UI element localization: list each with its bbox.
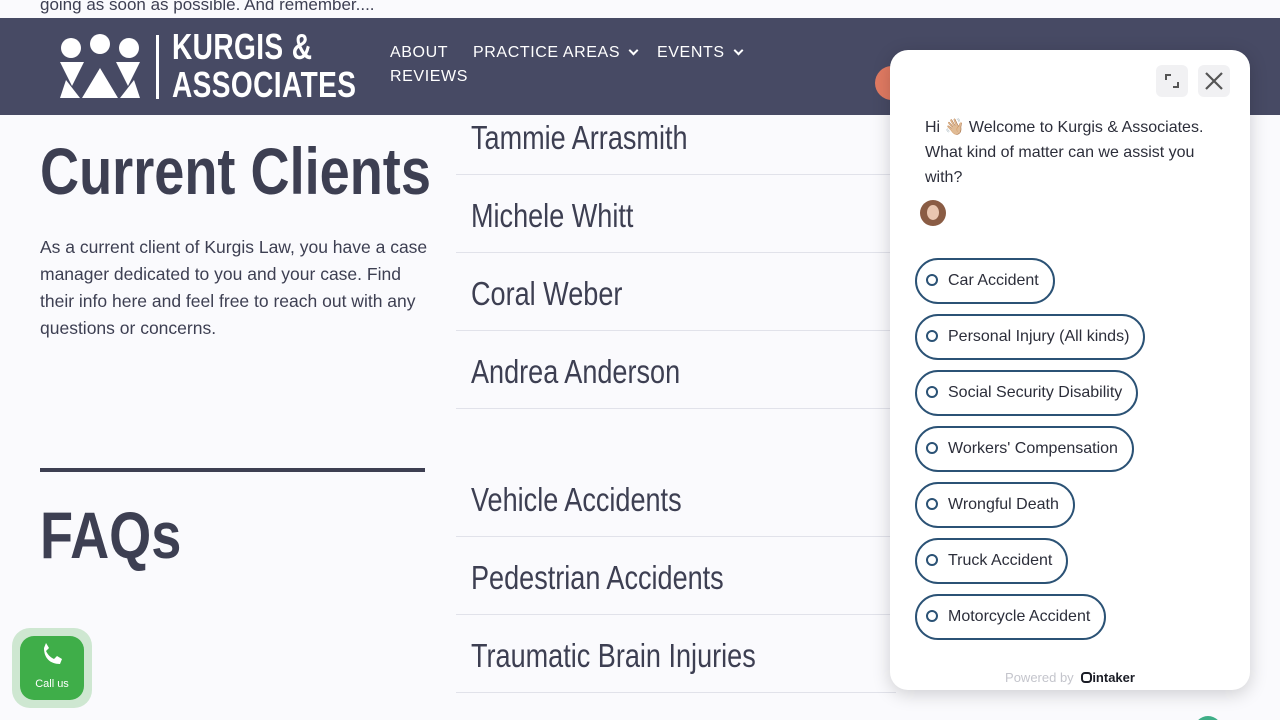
agent-avatar [920,200,946,226]
nav-label-practice-areas: PRACTICE AREAS [473,44,621,61]
nav-label-reviews: REVIEWS [390,68,468,85]
page-title: Current Clients [40,134,431,208]
case-manager-name: Coral Weber [471,275,623,312]
radio-icon [926,498,938,510]
case-manager-name: Tammie Arrasmith [471,119,688,156]
close-icon [1205,72,1223,90]
phone-icon [44,643,62,664]
chat-option-label: Truck Accident [948,552,1053,569]
page: going as soon as possible. And remember.… [0,0,1280,720]
chat-widget: Hi 👋🏼 Welcome to Kurgis & Associates. Wh… [890,50,1250,690]
nav-item-events[interactable]: EVENTS [657,44,744,62]
faq-topic-item[interactable]: Traumatic Brain Injuries [456,615,896,693]
chevron-down-icon [628,45,639,56]
chat-option-workers-comp[interactable]: Workers' Compensation [915,426,1134,472]
top-text-strip: going as soon as possible. And remember.… [0,0,1280,18]
chat-option-label: Motorcycle Accident [948,608,1091,625]
radio-icon [926,554,938,566]
intaker-logo: intaker [1081,670,1135,685]
chat-option-social-security[interactable]: Social Security Disability [915,370,1139,416]
chat-option-label: Wrongful Death [948,496,1059,513]
chat-option-truck-accident[interactable]: Truck Accident [915,538,1069,584]
faq-topic-label: Traumatic Brain Injuries [471,637,756,674]
faq-title: FAQs [40,498,182,572]
powered-by[interactable]: Powered by intaker [890,670,1250,685]
chat-option-personal-injury[interactable]: Personal Injury (All kinds) [915,314,1146,360]
intaker-brand: intaker [1092,670,1135,685]
intaker-icon [1081,672,1093,683]
chat-option-wrongful-death[interactable]: Wrongful Death [915,482,1075,528]
logo-divider [156,35,159,99]
case-manager-name: Andrea Anderson [471,353,681,390]
logo-line-1: KURGIS & [172,26,313,67]
chevron-down-icon [733,45,744,56]
chat-option-label: Workers' Compensation [948,440,1118,457]
chat-option-car-accident[interactable]: Car Accident [915,258,1055,304]
faq-topic-item[interactable]: Pedestrian Accidents [456,537,896,615]
chat-option-label: Personal Injury (All kinds) [948,328,1130,345]
case-manager-item[interactable]: Coral Weber [456,253,896,331]
radio-icon [926,442,938,454]
nav-label-events: EVENTS [657,44,725,61]
expand-button[interactable] [1156,65,1188,97]
radio-icon [926,274,938,286]
section-divider [40,468,425,472]
chat-greeting: Hi 👋🏼 Welcome to Kurgis & Associates. Wh… [925,119,1204,186]
case-manager-item[interactable]: Michele Whitt [456,175,896,253]
expand-icon [1165,74,1179,88]
nav-label-about: ABOUT [390,44,449,61]
case-manager-item[interactable]: Tammie Arrasmith [456,97,896,175]
call-us-button[interactable]: Call us [20,636,84,700]
top-text: going as soon as possible. And remember.… [40,0,375,14]
faq-topic-item[interactable]: Vehicle Accidents [456,459,896,537]
intro-text: As a current client of Kurgis Law, you h… [40,237,428,338]
nav-item-about[interactable]: ABOUT [390,44,448,62]
chat-option-motorcycle-accident[interactable]: Motorcycle Accident [915,594,1107,640]
chat-option-label: Car Accident [948,272,1039,289]
radio-icon [926,610,938,622]
powered-by-label: Powered by [1005,670,1074,685]
radio-icon [926,386,938,398]
radio-icon [926,330,938,342]
case-manager-name: Michele Whitt [471,197,634,234]
nav-item-reviews[interactable]: REVIEWS [390,68,468,86]
nav-item-practice-areas[interactable]: PRACTICE AREAS [473,44,639,62]
faq-topic-label: Vehicle Accidents [471,481,682,518]
faq-topic-label: Pedestrian Accidents [471,559,724,596]
scroll-top-button[interactable] [1194,716,1222,720]
case-manager-item[interactable]: Andrea Anderson [456,331,896,409]
logo[interactable]: KURGIS & ASSOCIATES [58,28,356,104]
close-button[interactable] [1198,65,1230,97]
logo-text: KURGIS & ASSOCIATES [172,28,356,104]
call-us-label: Call us [35,678,69,690]
logo-line-2: ASSOCIATES [172,64,357,105]
chat-option-label: Social Security Disability [948,384,1123,401]
logo-mark-icon [60,34,140,98]
